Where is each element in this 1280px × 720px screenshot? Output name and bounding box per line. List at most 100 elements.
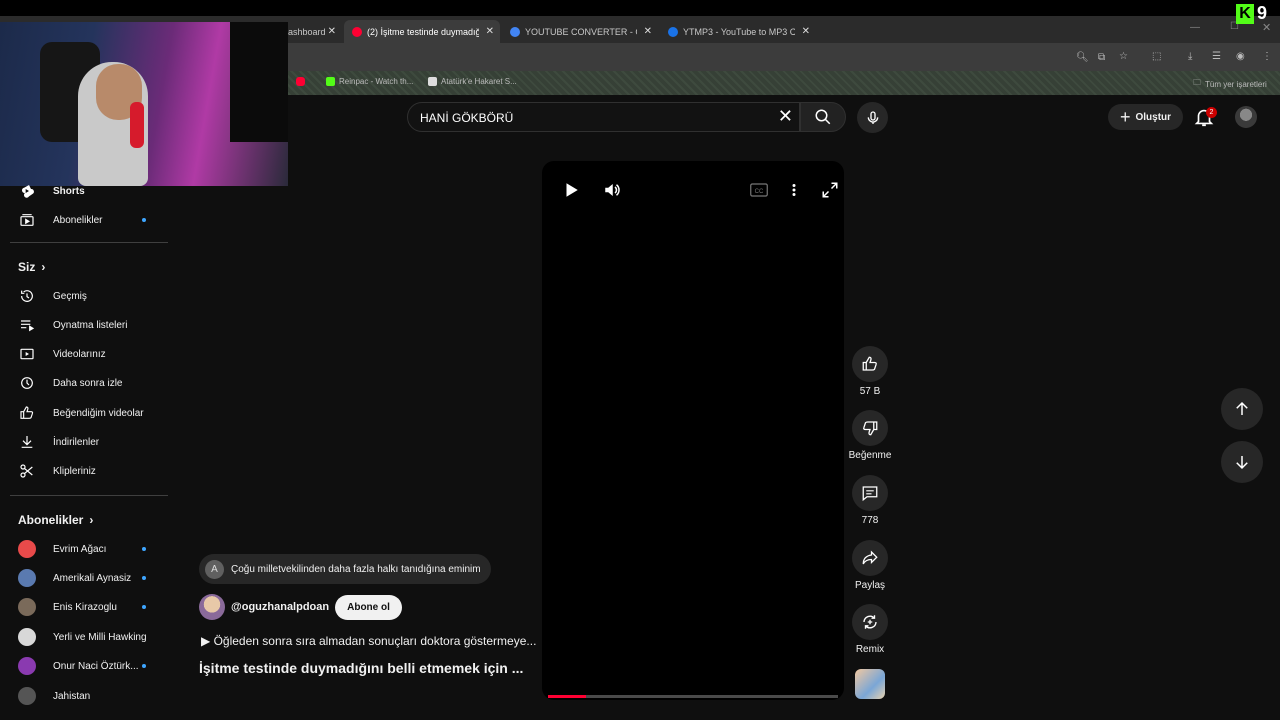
sound-thumbnail[interactable] xyxy=(855,669,885,699)
channel-avatar xyxy=(18,657,36,675)
sidebar-item-label: Enis Kirazoglu xyxy=(53,601,117,613)
sidebar-item-label: Daha sonra izle xyxy=(53,377,123,389)
zoom-icon[interactable]: 🔍︎ xyxy=(1076,52,1089,63)
sidebar: Shorts Abonelikler Siz › Geçmiş Oynatma l… xyxy=(0,180,170,720)
extensions-icon[interactable]: ⬚ xyxy=(1152,51,1161,62)
sidebar-item-history[interactable]: Geçmiş xyxy=(10,283,166,309)
channel-name[interactable]: @oguzhanalpdoan xyxy=(231,601,329,613)
share-icon xyxy=(862,550,878,565)
sidebar-item-label: Beğendiğim videolar xyxy=(53,407,144,419)
thumbs-up-icon xyxy=(862,356,877,371)
volume-icon xyxy=(605,184,620,196)
comments-button[interactable] xyxy=(852,475,888,511)
previous-short-button[interactable] xyxy=(1221,388,1263,430)
bookmark-star-icon[interactable]: ☆ xyxy=(1119,51,1128,62)
search-input[interactable]: HANİ GÖKBÖRÜ ✕ xyxy=(407,102,800,132)
chevron-right-icon: › xyxy=(89,513,94,527)
more-options-button[interactable] xyxy=(787,181,801,199)
sidebar-item-playlists[interactable]: Oynatma listeleri xyxy=(10,312,166,338)
share-button[interactable] xyxy=(852,540,888,576)
browser-tab-ytmp3[interactable]: YTMP3 - YouTube to MP3 Conv ✕ xyxy=(660,20,816,43)
channel-avatar[interactable] xyxy=(199,594,225,620)
dislike-button[interactable] xyxy=(852,410,888,446)
sidebar-item-label: Jahistan xyxy=(53,690,91,702)
browser-tab-dashboard[interactable]: ashboard ✕ xyxy=(280,20,342,43)
browser-tab-youtube[interactable]: (2) İşitme testinde duymadığını ✕ xyxy=(344,20,500,43)
microphone-icon xyxy=(867,110,878,124)
liked-videos-icon xyxy=(18,404,36,422)
tab-title: YTMP3 - YouTube to MP3 Conv xyxy=(683,26,795,37)
account-avatar[interactable] xyxy=(1235,106,1257,128)
minimize-icon[interactable]: — xyxy=(1190,22,1200,33)
install-icon[interactable]: ⧉ xyxy=(1098,52,1105,63)
divider xyxy=(10,495,168,496)
download-icon[interactable]: ⤓ xyxy=(1188,51,1192,62)
sidebar-channel[interactable]: Amerikali Aynasiz xyxy=(10,565,166,591)
sidebar-channel[interactable]: Evrim Ağacı xyxy=(10,536,166,562)
sidebar-item-shorts[interactable]: Shorts xyxy=(10,178,166,204)
sidebar-channel[interactable]: Enis Kirazoglu xyxy=(10,594,166,620)
more-icon[interactable]: ⋮ xyxy=(1262,51,1272,62)
sidebar-item-your-videos[interactable]: Videolarınız xyxy=(10,341,166,367)
remix-button[interactable] xyxy=(852,604,888,640)
sidebar-item-label: Yerli ve Milli Hawking xyxy=(53,631,147,643)
play-icon xyxy=(566,183,578,197)
clear-search-icon[interactable]: ✕ xyxy=(778,106,793,127)
play-button[interactable] xyxy=(562,181,580,199)
like-button[interactable] xyxy=(852,346,888,382)
search-button[interactable] xyxy=(800,102,846,132)
bookmark-ataturk[interactable]: Atatürk'e Hakaret S... xyxy=(428,77,517,86)
close-icon[interactable]: ✕ xyxy=(328,26,336,37)
sidebar-item-clips[interactable]: Klipleriniz xyxy=(10,458,166,484)
fullscreen-button[interactable] xyxy=(821,181,839,199)
stream-top-strip xyxy=(0,0,1280,16)
stream-brand-badge: K 9 xyxy=(1236,3,1267,24)
close-icon[interactable]: ✕ xyxy=(802,26,810,37)
bookmark-reinpac[interactable]: Reinpac - Watch th... xyxy=(326,77,413,86)
sidebar-channel[interactable]: Jahistan xyxy=(10,683,166,709)
you-section-heading[interactable]: Siz › xyxy=(18,260,45,274)
next-short-button[interactable] xyxy=(1221,441,1263,483)
captions-button[interactable]: CC xyxy=(750,183,768,197)
sidebar-item-label: Oynatma listeleri xyxy=(53,319,128,331)
video-description[interactable]: ▶ Öğleden sonra sıra almadan sonuçları d… xyxy=(201,634,536,648)
menu-list-icon[interactable]: ☰ xyxy=(1212,51,1221,62)
ytmp3-favicon-icon xyxy=(668,26,678,37)
remix-label: Remix xyxy=(855,644,885,655)
sidebar-item-downloads[interactable]: İndirilenler xyxy=(10,429,166,455)
sidebar-item-watch-later[interactable]: Daha sonra izle xyxy=(10,370,166,396)
poll-chip[interactable]: A Çoğu milletvekilinden daha fazla halkı… xyxy=(199,554,491,584)
subscribe-button[interactable]: Abone ol xyxy=(335,594,402,620)
shorts-video-player[interactable]: CC xyxy=(542,161,844,700)
sidebar-channel[interactable]: Yerli ve Milli Hawking xyxy=(10,624,166,650)
search-icon xyxy=(815,109,831,125)
browser-tab-google[interactable]: YOUTUBE CONVERTER - Google ✕ xyxy=(502,20,658,43)
poll-letter-badge: A xyxy=(205,559,224,579)
bookmark-youtube[interactable] xyxy=(296,77,305,86)
channel-avatar xyxy=(18,540,36,558)
your-videos-icon xyxy=(18,345,36,363)
profile-icon[interactable]: ◉ xyxy=(1236,51,1245,62)
close-icon[interactable]: ✕ xyxy=(486,26,494,37)
subscriptions-section-heading[interactable]: Abonelikler › xyxy=(18,513,93,527)
sidebar-item-liked-videos[interactable]: Beğendiğim videolar xyxy=(10,400,166,426)
remix-icon xyxy=(863,615,877,629)
channel-avatar xyxy=(18,687,36,705)
notification-badge: 2 xyxy=(1206,107,1217,118)
volume-button[interactable] xyxy=(603,181,621,199)
close-icon[interactable]: ✕ xyxy=(644,26,652,37)
video-progress-bar[interactable] xyxy=(548,695,838,698)
new-content-dot xyxy=(142,547,146,551)
video-title[interactable]: İşitme testinde duymadığını belli etmeme… xyxy=(199,660,523,676)
captions-icon: CC xyxy=(750,183,768,197)
voice-search-button[interactable] xyxy=(857,102,888,133)
sidebar-channel[interactable]: Onur Naci Öztürk... xyxy=(10,653,166,679)
plus-icon: + xyxy=(1119,107,1131,127)
tab-title: ashboard xyxy=(288,26,326,37)
create-button[interactable]: + Oluştur xyxy=(1108,104,1183,130)
new-content-dot xyxy=(142,218,146,222)
all-bookmarks[interactable]: 🗀 Tüm yer işaretleri xyxy=(1193,77,1267,91)
channel-avatar xyxy=(18,598,36,616)
sidebar-item-subscriptions[interactable]: Abonelikler xyxy=(10,207,166,233)
streamer-webcam-overlay xyxy=(0,22,288,186)
